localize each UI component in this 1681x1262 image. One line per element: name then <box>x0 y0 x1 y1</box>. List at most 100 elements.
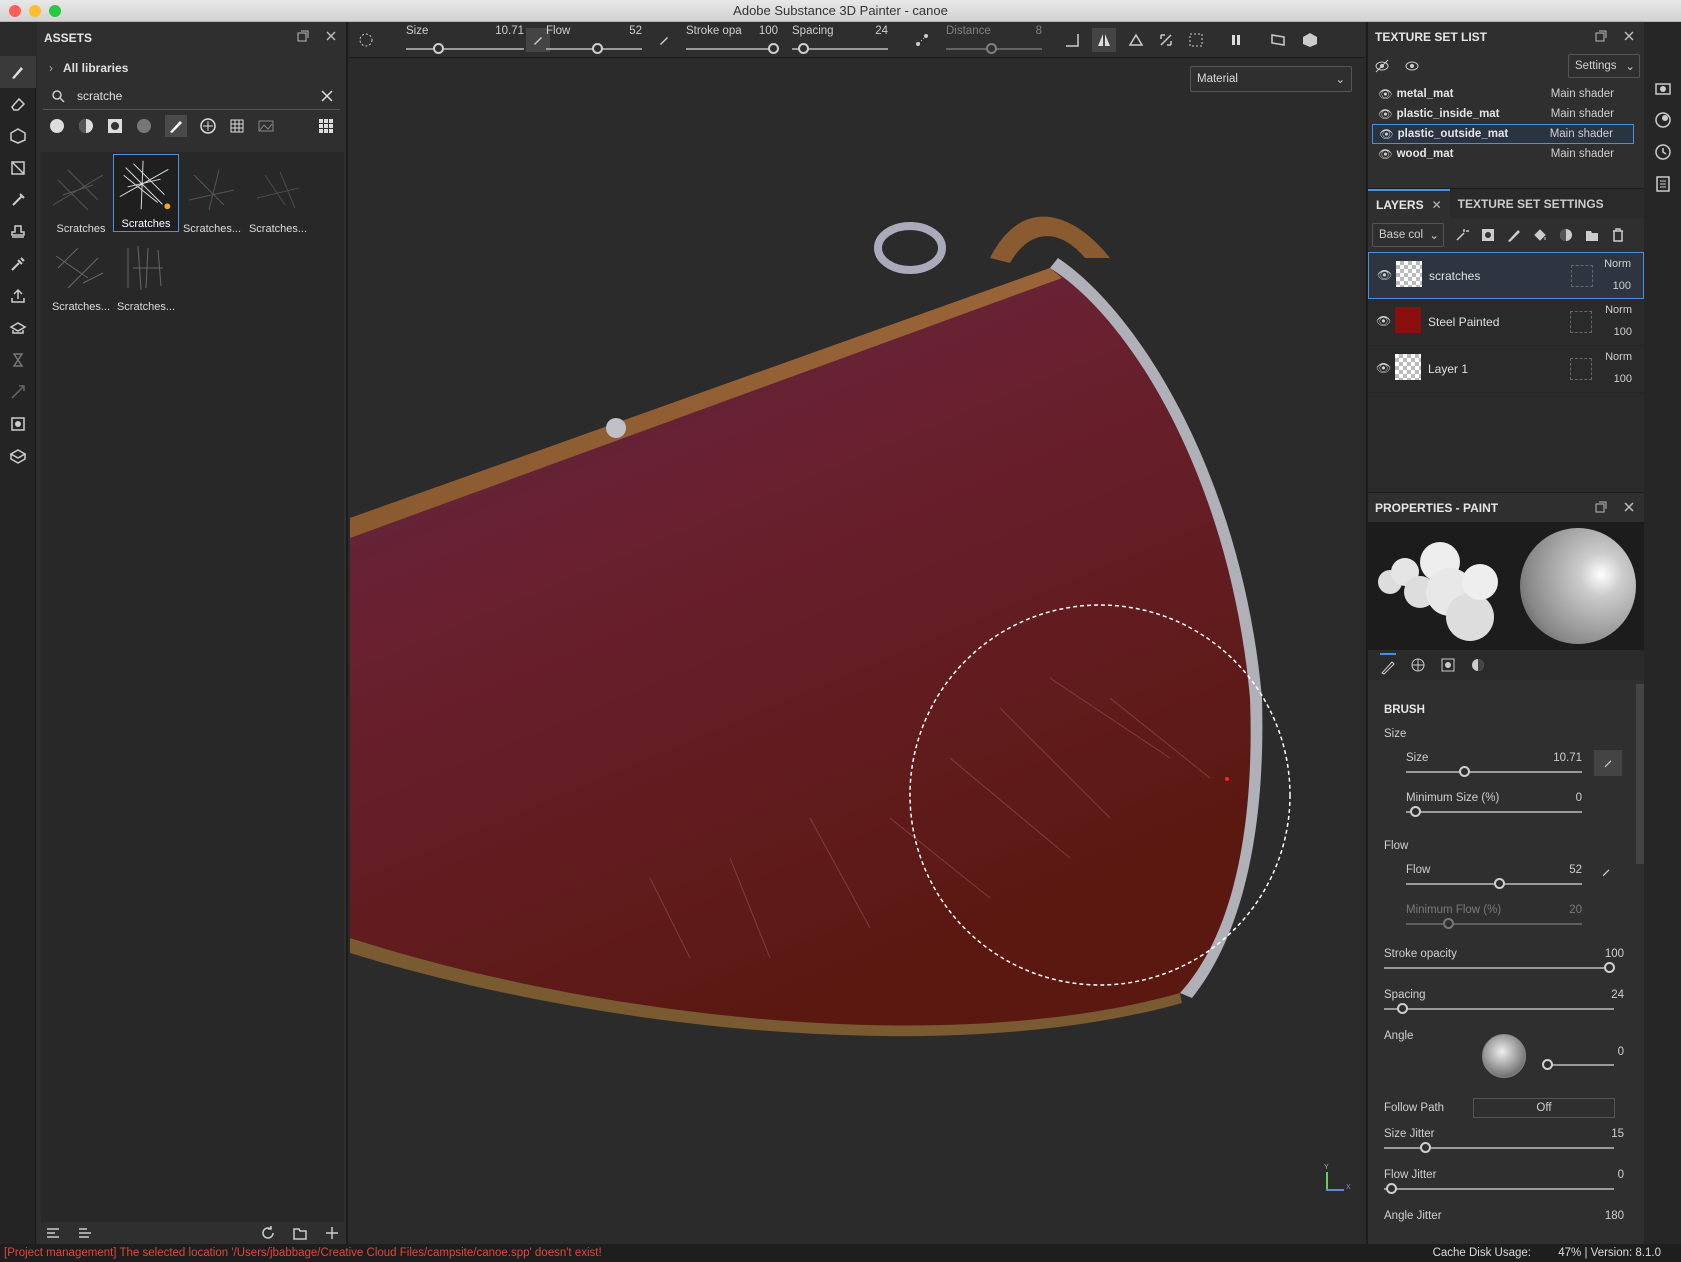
clear-search-icon[interactable] <box>320 89 334 103</box>
min-size-knob[interactable] <box>1410 806 1421 817</box>
folder-icon[interactable] <box>292 1225 308 1241</box>
projection-tool[interactable] <box>0 120 36 152</box>
texture-set-shader[interactable]: Main shader <box>1551 88 1614 100</box>
material-tab-icon[interactable] <box>1410 657 1426 673</box>
undock-icon[interactable] <box>1594 500 1608 514</box>
texture-set-shader[interactable]: Main shader <box>1550 128 1613 140</box>
add-folder-icon[interactable] <box>1584 227 1600 243</box>
eye-icon[interactable]: 👁 <box>1376 314 1391 328</box>
asset-item[interactable]: Scratches... <box>48 238 114 316</box>
render-mode-dropdown[interactable]: Material ⌄ <box>1190 66 1352 92</box>
add-paint-layer-icon[interactable] <box>1506 227 1522 243</box>
distance-knob[interactable] <box>986 43 997 54</box>
layer-mask-slot[interactable] <box>1570 311 1592 333</box>
add-mask-icon[interactable] <box>1480 227 1496 243</box>
layer-blend-mode[interactable]: Norm <box>1605 351 1632 363</box>
flow-value[interactable]: 52 <box>1569 864 1582 876</box>
settings-dropdown[interactable]: Settings ⌄ <box>1568 54 1640 78</box>
layer-row[interactable]: 👁 Steel Painted Norm 100 <box>1368 299 1644 346</box>
close-icon[interactable] <box>1622 29 1636 43</box>
follow-path-toggle[interactable]: Off <box>1473 1098 1615 1118</box>
spacing-value[interactable]: 24 <box>1611 989 1624 1001</box>
properties-scrollbar[interactable] <box>1636 684 1644 864</box>
camera-view-button[interactable] <box>1266 28 1290 52</box>
paint-brush-tool[interactable] <box>0 56 36 88</box>
eraser-tool[interactable] <box>0 88 36 120</box>
angle-knob[interactable] <box>1542 1059 1553 1070</box>
grunge-filter-icon[interactable] <box>229 118 245 134</box>
eye-icon[interactable]: 👁 <box>1379 127 1394 141</box>
alpha-tab-icon[interactable] <box>1470 657 1486 673</box>
layer-opacity[interactable]: 100 <box>1613 280 1631 292</box>
angle-value[interactable]: 0 <box>1618 1046 1624 1058</box>
list-options-icon[interactable] <box>45 1225 61 1241</box>
stroke-opacity-knob[interactable] <box>768 43 779 54</box>
polygon-fill-tool[interactable] <box>0 152 36 184</box>
asset-item-selected[interactable]: Scratches <box>113 154 179 232</box>
transform-gizmo-button[interactable] <box>1154 28 1178 52</box>
flow-knob[interactable] <box>1494 878 1505 889</box>
texture-set-row[interactable]: 👁 wood_mat Main shader <box>1372 144 1634 164</box>
size-pressure-button[interactable] <box>1594 750 1622 776</box>
min-flow-knob[interactable] <box>1443 918 1454 929</box>
asset-item[interactable]: Scratches <box>48 160 114 238</box>
texture-set-row[interactable]: 👁 plastic_inside_mat Main shader <box>1372 104 1634 124</box>
log-button[interactable] <box>1644 168 1681 200</box>
angle-jitter-value[interactable]: 180 <box>1605 1210 1624 1222</box>
texture-set-shader[interactable]: Main shader <box>1551 148 1614 160</box>
layer-blend-mode[interactable]: Norm <box>1605 304 1632 316</box>
size-slider[interactable]: Size 10.71 <box>406 22 524 58</box>
viewer-tool[interactable] <box>0 408 36 440</box>
clone-tool[interactable] <box>0 216 36 248</box>
min-flow-value[interactable]: 20 <box>1569 904 1582 916</box>
tab-texture-set-settings[interactable]: TEXTURE SET SETTINGS <box>1450 197 1612 211</box>
undock-icon[interactable] <box>296 29 310 43</box>
spacing-knob[interactable] <box>798 43 809 54</box>
size-jitter-knob[interactable] <box>1420 1142 1431 1153</box>
eye-icon[interactable]: 👁 <box>1378 147 1393 161</box>
environment-filter-icon[interactable] <box>258 118 274 134</box>
timer-tool[interactable] <box>0 344 36 376</box>
flow-pressure-button[interactable] <box>1600 866 1612 881</box>
flow-pressure-button[interactable] <box>652 28 676 52</box>
color-picker-tool[interactable] <box>0 248 36 280</box>
refresh-icon[interactable] <box>260 1225 276 1241</box>
3d-viewport[interactable]: Material ⌄ Y X <box>350 58 1365 1244</box>
symmetry-options-button[interactable] <box>1124 28 1148 52</box>
layer-opacity[interactable]: 100 <box>1614 373 1632 385</box>
undock-icon[interactable] <box>1594 29 1608 43</box>
sort-icon[interactable] <box>77 1225 93 1241</box>
stroke-opacity-slider[interactable]: Stroke opa 100 <box>686 22 779 58</box>
eye-icon[interactable] <box>1404 58 1420 74</box>
search-bar[interactable]: scratche <box>43 82 340 110</box>
flow-slider[interactable]: Flow 52 <box>546 22 642 58</box>
flow-jitter-value[interactable]: 0 <box>1618 1169 1624 1181</box>
spacing-slider[interactable]: Spacing 24 <box>792 22 888 58</box>
breadcrumb[interactable]: › All libraries <box>37 54 346 82</box>
size-knob[interactable] <box>1459 766 1470 777</box>
pause-button[interactable] <box>1224 28 1248 52</box>
transform-tool[interactable] <box>0 376 36 408</box>
add-effect-icon[interactable] <box>1454 227 1470 243</box>
layer-mask-slot[interactable] <box>1570 358 1592 380</box>
layer-blend-mode[interactable]: Norm <box>1604 258 1631 270</box>
smart-material-filter-icon[interactable] <box>49 118 65 134</box>
close-icon[interactable]: ✕ <box>1432 198 1442 212</box>
visibility-toggle-icon[interactable] <box>1374 58 1390 74</box>
size-slider-knob[interactable] <box>433 43 444 54</box>
stencil-tab-icon[interactable] <box>1440 657 1456 673</box>
search-input[interactable]: scratche <box>77 89 122 103</box>
layer-row-selected[interactable]: 👁 scratches Norm 100 <box>1368 252 1644 299</box>
texture-filter-icon[interactable] <box>200 118 216 134</box>
material-tool[interactable] <box>0 440 36 472</box>
grid-view-icon[interactable] <box>318 118 334 134</box>
tab-layers[interactable]: LAYERS ✕ <box>1368 188 1450 219</box>
lazy-mouse-button[interactable] <box>910 28 934 52</box>
brush-shape-button[interactable] <box>354 28 378 52</box>
size-jitter-value[interactable]: 15 <box>1611 1128 1624 1140</box>
asset-item[interactable]: Scratches... <box>245 160 311 238</box>
texture-set-row-selected[interactable]: 👁 plastic_outside_mat Main shader <box>1372 124 1634 144</box>
close-icon[interactable] <box>1622 500 1636 514</box>
eye-icon[interactable]: 👁 <box>1378 87 1393 101</box>
zoom-window-button[interactable] <box>49 5 61 17</box>
